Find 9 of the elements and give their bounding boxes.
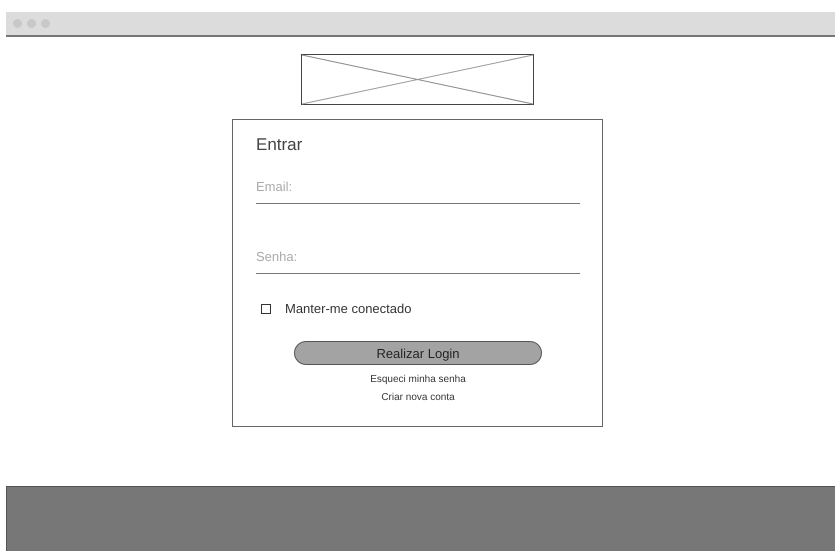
text-field[interactable]: Senha: — [256, 249, 580, 274]
text-link[interactable]: Esqueci minha senha — [370, 374, 466, 385]
checkbox[interactable] — [261, 304, 271, 314]
login-title: Entrar — [256, 135, 304, 155]
text-link[interactable]: Criar nova conta — [381, 392, 455, 403]
text-field[interactable]: Email: — [256, 179, 580, 204]
checkbox-label: Manter-me conectado — [285, 301, 412, 316]
login-button[interactable]: Realizar Login — [294, 341, 542, 365]
image-placeholder-icon — [301, 54, 534, 105]
